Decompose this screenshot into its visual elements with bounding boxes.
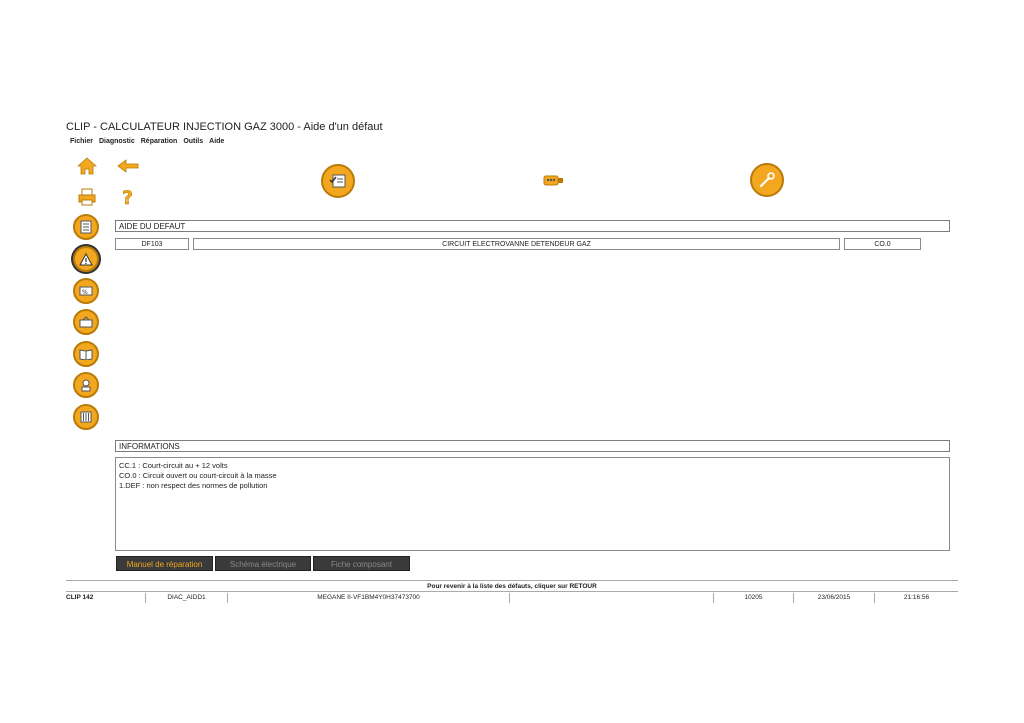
fault-help-header: AIDE DU DEFAUT (115, 220, 950, 232)
parameter-icon[interactable]: % (73, 278, 99, 304)
svg-text:?: ? (122, 187, 133, 208)
info-line: 1.DEF : non respect des normes de pollut… (119, 481, 268, 490)
menu-fichier[interactable]: Fichier (70, 138, 93, 145)
checklist-icon[interactable] (321, 164, 355, 198)
menu-reparation[interactable]: Réparation (141, 138, 178, 145)
window-title: CLIP - CALCULATEUR INJECTION GAZ 3000 - … (66, 121, 383, 133)
menu-bar: Fichier Diagnostic Réparation Outils Aid… (70, 138, 224, 145)
repair-manual-button[interactable]: Manuel de réparation (116, 556, 213, 571)
wrench-icon[interactable] (750, 163, 784, 197)
fault-code: DF103 (115, 238, 189, 250)
informations-header: INFORMATIONS (115, 440, 950, 452)
print-icon[interactable] (76, 186, 98, 208)
info-line: CC.1 : Court-circuit au + 12 volts (119, 461, 228, 470)
status-icon[interactable] (73, 309, 99, 335)
svg-text:%: % (82, 289, 88, 296)
menu-aide[interactable]: Aide (209, 138, 224, 145)
component-sheet-button[interactable]: Fiche composant (313, 556, 410, 571)
status-time: 21:16:56 (903, 594, 930, 601)
actuator-icon[interactable] (73, 372, 99, 398)
status-vehicle: MEGANE II-VF1BM4Y0H37473700 (228, 593, 510, 603)
return-hint: Pour revenir à la liste des défauts, cli… (66, 580, 958, 590)
status-empty (510, 593, 714, 603)
informations-box: CC.1 : Court-circuit au + 12 volts CO.0 … (115, 457, 950, 551)
document-icon[interactable] (73, 214, 99, 240)
menu-outils[interactable]: Outils (183, 138, 203, 145)
book-icon[interactable] (73, 341, 99, 367)
barcode-icon[interactable] (73, 404, 99, 430)
fault-characterization: CO.0 (844, 238, 921, 250)
electrical-schema-button[interactable]: Schéma électrique (215, 556, 311, 571)
warning-icon[interactable] (73, 246, 99, 272)
fault-description: CIRCUIT ELECTROVANNE DETENDEUR GAZ (193, 238, 840, 250)
back-arrow-icon[interactable] (116, 157, 140, 175)
help-icon[interactable]: ? (119, 185, 137, 209)
status-date: 23/06/2015 (794, 593, 875, 603)
status-clip-version: CLIP 142 (66, 593, 146, 603)
home-icon[interactable] (76, 155, 98, 177)
status-diag-session: DIAC_AIDD1 (146, 593, 228, 603)
status-bar: CLIP 142 DIAC_AIDD1 MEGANE II-VF1BM4Y0H3… (66, 591, 958, 604)
info-line: CO.0 : Circuit ouvert ou court-circuit à… (119, 471, 277, 480)
status-code: 10205 (714, 593, 794, 603)
connector-icon[interactable] (540, 171, 566, 191)
menu-diagnostic[interactable]: Diagnostic (99, 138, 135, 145)
